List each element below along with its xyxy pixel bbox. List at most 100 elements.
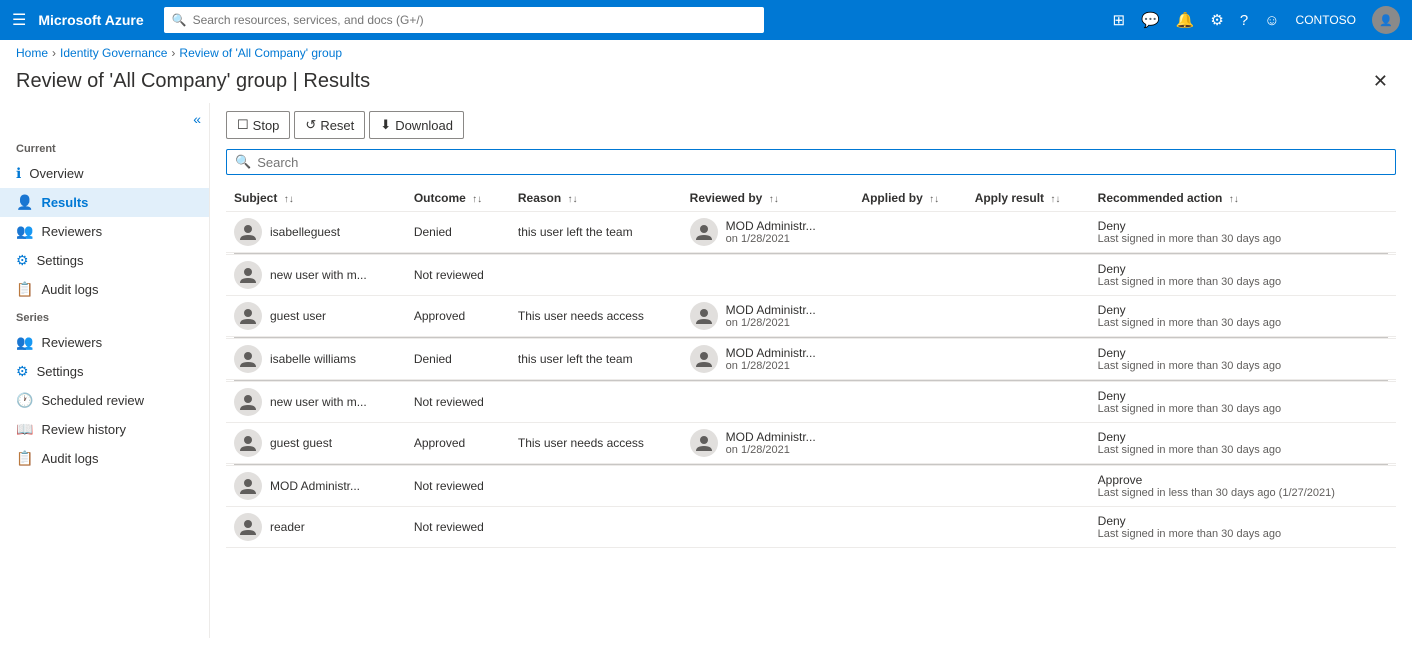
cell-reason: this user left the team [510,212,682,253]
doc-icon-2: 📋 [16,450,33,467]
sidebar-item-label: Audit logs [41,451,98,466]
subject-name: guest guest [270,436,332,450]
breadcrumb-home[interactable]: Home [16,46,48,60]
cell-applied-by [853,296,966,337]
results-table: Subject ↑↓ Outcome ↑↓ Reason ↑↓ Reviewed… [226,185,1396,548]
sidebar-item-reviewers[interactable]: 👥 Reviewers [0,217,209,246]
download-button[interactable]: ⬇ Download [369,111,464,139]
col-recommended-action[interactable]: Recommended action ↑↓ [1090,185,1396,212]
search-bar[interactable]: 🔍 [226,149,1396,175]
breadcrumb-review[interactable]: Review of 'All Company' group [179,46,342,60]
table-row: readerNot reviewedDenyLast signed in mor… [226,507,1396,548]
col-apply-result[interactable]: Apply result ↑↓ [967,185,1090,212]
notification-icon[interactable]: 🔔 [1176,11,1195,29]
user-avatar-icon [234,388,262,416]
cell-reviewed-by [682,466,854,507]
sidebar-item-review-history[interactable]: 📖 Review history [0,415,209,444]
feedback-icon[interactable]: 💬 [1141,11,1160,29]
cell-reviewed-by [682,382,854,423]
recommended-action-sub: Last signed in more than 30 days ago [1098,444,1388,456]
stop-label: Stop [253,118,280,133]
reset-label: Reset [320,118,354,133]
settings-icon[interactable]: ⚙ [1210,11,1223,29]
cell-outcome: Not reviewed [406,382,510,423]
sort-icon-reason: ↑↓ [568,194,578,205]
cell-applied-by [853,382,966,423]
sidebar-item-label: Reviewers [41,335,102,350]
sidebar-item-scheduled-review[interactable]: 🕐 Scheduled review [0,386,209,415]
recommended-action-label: Approve [1098,473,1388,487]
cell-applied-by [853,466,966,507]
cell-subject: new user with m... [226,382,406,423]
cell-applied-by [853,423,966,464]
help-icon[interactable]: ? [1240,12,1248,29]
page-title: Review of 'All Company' group | Results [16,70,370,93]
cell-reason [510,255,682,296]
cell-outcome: Denied [406,212,510,253]
reviewer-avatar-icon [690,345,718,373]
hamburger-icon[interactable]: ☰ [12,10,26,30]
sort-icon-applied: ↑↓ [929,194,939,205]
stop-button[interactable]: ☐ Stop [226,111,290,139]
recommended-action-label: Deny [1098,219,1388,233]
close-button[interactable]: ✕ [1365,71,1396,92]
cell-subject: isabelle williams [226,339,406,380]
sidebar-item-series-settings[interactable]: ⚙ Settings [0,357,209,386]
breadcrumb-sep-1: › [52,46,56,60]
breadcrumb: Home › Identity Governance › Review of '… [0,40,1412,66]
cell-subject: guest guest [226,423,406,464]
subject-name: new user with m... [270,395,367,409]
sidebar-item-label: Reviewers [41,224,102,239]
cell-recommended-action: DenyLast signed in more than 30 days ago [1090,296,1396,337]
sidebar-item-audit-logs[interactable]: 📋 Audit logs [0,275,209,304]
cell-outcome: Not reviewed [406,255,510,296]
breadcrumb-identity-governance[interactable]: Identity Governance [60,46,167,60]
sidebar-item-settings[interactable]: ⚙ Settings [0,246,209,275]
sort-icon-recommended: ↑↓ [1229,194,1239,205]
sidebar-item-overview[interactable]: ℹ Overview [0,159,209,188]
col-applied-by[interactable]: Applied by ↑↓ [853,185,966,212]
sidebar-item-label: Review history [41,422,126,437]
cell-apply-result [967,212,1090,253]
cell-reason: This user needs access [510,423,682,464]
search-input[interactable] [257,155,1387,170]
recommended-action-label: Deny [1098,346,1388,360]
current-section-label: Current [0,135,209,159]
table-row: isabelle williamsDeniedthis user left th… [226,339,1396,380]
cell-recommended-action: ApproveLast signed in less than 30 days … [1090,466,1396,507]
smiley-icon[interactable]: ☺ [1264,12,1279,29]
cell-outcome: Denied [406,339,510,380]
user-avatar-icon [234,472,262,500]
cell-recommended-action: DenyLast signed in more than 30 days ago [1090,212,1396,253]
user-avatar[interactable]: 👤 [1372,6,1400,34]
cell-subject: guest user [226,296,406,337]
sidebar-item-results[interactable]: 👤 Results [0,188,209,217]
reset-button[interactable]: ↺ Reset [294,111,365,139]
reviewer-avatar-icon [690,429,718,457]
cell-reason [510,507,682,548]
review-date: on 1/28/2021 [726,317,816,329]
col-subject[interactable]: Subject ↑↓ [226,185,406,212]
global-search-input[interactable] [193,13,756,27]
cell-outcome: Not reviewed [406,466,510,507]
sidebar-collapse-button[interactable]: « [0,111,209,135]
review-date: on 1/28/2021 [726,233,816,245]
sidebar-item-label: Results [41,195,88,210]
cell-apply-result [967,423,1090,464]
global-search-bar[interactable]: 🔍 [164,7,764,33]
sidebar-item-label: Audit logs [41,282,98,297]
cell-reason [510,382,682,423]
col-reviewed-by[interactable]: Reviewed by ↑↓ [682,185,854,212]
review-date: on 1/28/2021 [726,444,816,456]
portal-icon[interactable]: ⊞ [1112,11,1125,29]
gear-icon: ⚙ [16,252,29,269]
sidebar-item-series-reviewers[interactable]: 👥 Reviewers [0,328,209,357]
col-reason[interactable]: Reason ↑↓ [510,185,682,212]
cell-subject: new user with m... [226,255,406,296]
col-outcome[interactable]: Outcome ↑↓ [406,185,510,212]
sort-icon-subject: ↑↓ [284,194,294,205]
cell-apply-result [967,296,1090,337]
sidebar-item-series-audit-logs[interactable]: 📋 Audit logs [0,444,209,473]
sidebar-item-label: Settings [37,253,84,268]
content-area: ☐ Stop ↺ Reset ⬇ Download 🔍 Subject ↑↓ O… [210,103,1412,638]
